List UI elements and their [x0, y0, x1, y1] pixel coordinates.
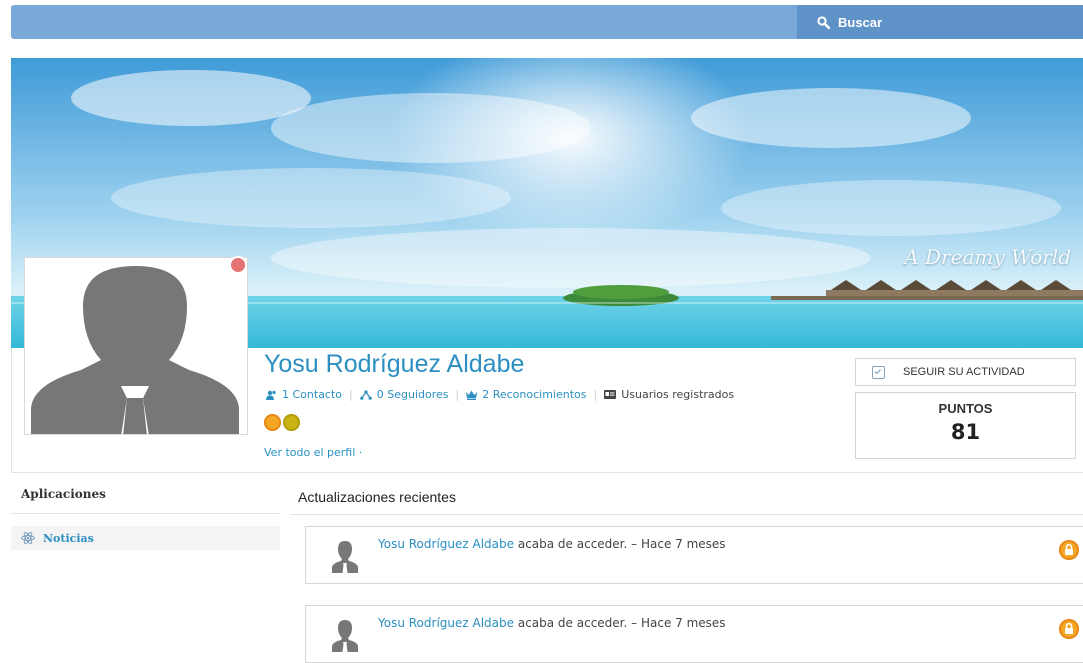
separator: |	[593, 388, 598, 401]
followers-icon	[359, 389, 372, 400]
activity-time: – Hace 7 meses	[631, 537, 726, 551]
divider	[290, 514, 1083, 515]
contacts-icon	[266, 390, 277, 400]
awards-link[interactable]: 2 Reconocimientos	[482, 388, 586, 401]
user-avatar-icon[interactable]	[331, 539, 359, 573]
activity-time: – Hace 7 meses	[631, 616, 726, 630]
contacts-link[interactable]: 1 Contacto	[282, 388, 342, 401]
checkbox-icon	[872, 365, 885, 379]
applications-heading: Aplicaciones	[21, 487, 106, 501]
activity-text: Yosu Rodríguez Aldabe acaba de acceder. …	[378, 616, 726, 630]
points-box: PUNTOS 81	[855, 392, 1076, 459]
lock-icon	[1059, 619, 1079, 639]
profile-name[interactable]: Yosu Rodríguez Aldabe	[264, 350, 524, 379]
chat-badge-icon[interactable]	[283, 414, 300, 431]
search-icon	[817, 15, 830, 29]
activity-entry: Yosu Rodríguez Aldabe acaba de acceder. …	[305, 605, 1083, 663]
cover-caption: A Dreamy World	[904, 245, 1071, 269]
separator: |	[349, 388, 353, 401]
divider	[11, 513, 280, 514]
activity-action: acaba de acceder.	[517, 616, 628, 630]
search-button[interactable]: Buscar	[797, 5, 1083, 39]
status-indicator	[229, 256, 247, 274]
profile-avatar[interactable]	[24, 257, 248, 435]
activity-text: Yosu Rodríguez Aldabe acaba de acceder. …	[378, 537, 726, 551]
user-group-label: Usuarios registrados	[621, 388, 735, 401]
points-label: PUNTOS	[938, 401, 993, 416]
follow-activity-button[interactable]: SEGUIR SU ACTIVIDAD	[855, 358, 1076, 386]
sidebar-item-label: Noticias	[43, 531, 94, 545]
id-card-icon	[604, 390, 617, 399]
activity-user-link[interactable]: Yosu Rodríguez Aldabe	[378, 616, 514, 630]
followers-link[interactable]: 0 Seguidores	[377, 388, 449, 401]
default-user-icon	[31, 266, 239, 434]
feed-heading: Actualizaciones recientes	[298, 489, 456, 505]
crown-icon	[466, 390, 478, 400]
follow-activity-label: SEGUIR SU ACTIVIDAD	[903, 366, 1025, 378]
view-profile-link[interactable]: Ver todo el perfil ·	[264, 446, 362, 459]
sidebar-item-noticias[interactable]: Noticias	[11, 526, 280, 550]
lock-badge-icon[interactable]	[264, 414, 281, 431]
search-label: Buscar	[838, 14, 883, 30]
activity-user-link[interactable]: Yosu Rodríguez Aldabe	[378, 537, 514, 551]
profile-stats: 1 Contacto | 0 Seguidores | 2 Reconocimi…	[266, 388, 734, 401]
atom-icon	[21, 531, 35, 545]
badge-list	[264, 414, 300, 431]
separator: |	[455, 388, 460, 401]
activity-entry: Yosu Rodríguez Aldabe acaba de acceder. …	[305, 526, 1083, 584]
activity-action: acaba de acceder.	[517, 537, 628, 551]
lock-icon	[1059, 540, 1079, 560]
points-value: 81	[950, 420, 981, 444]
